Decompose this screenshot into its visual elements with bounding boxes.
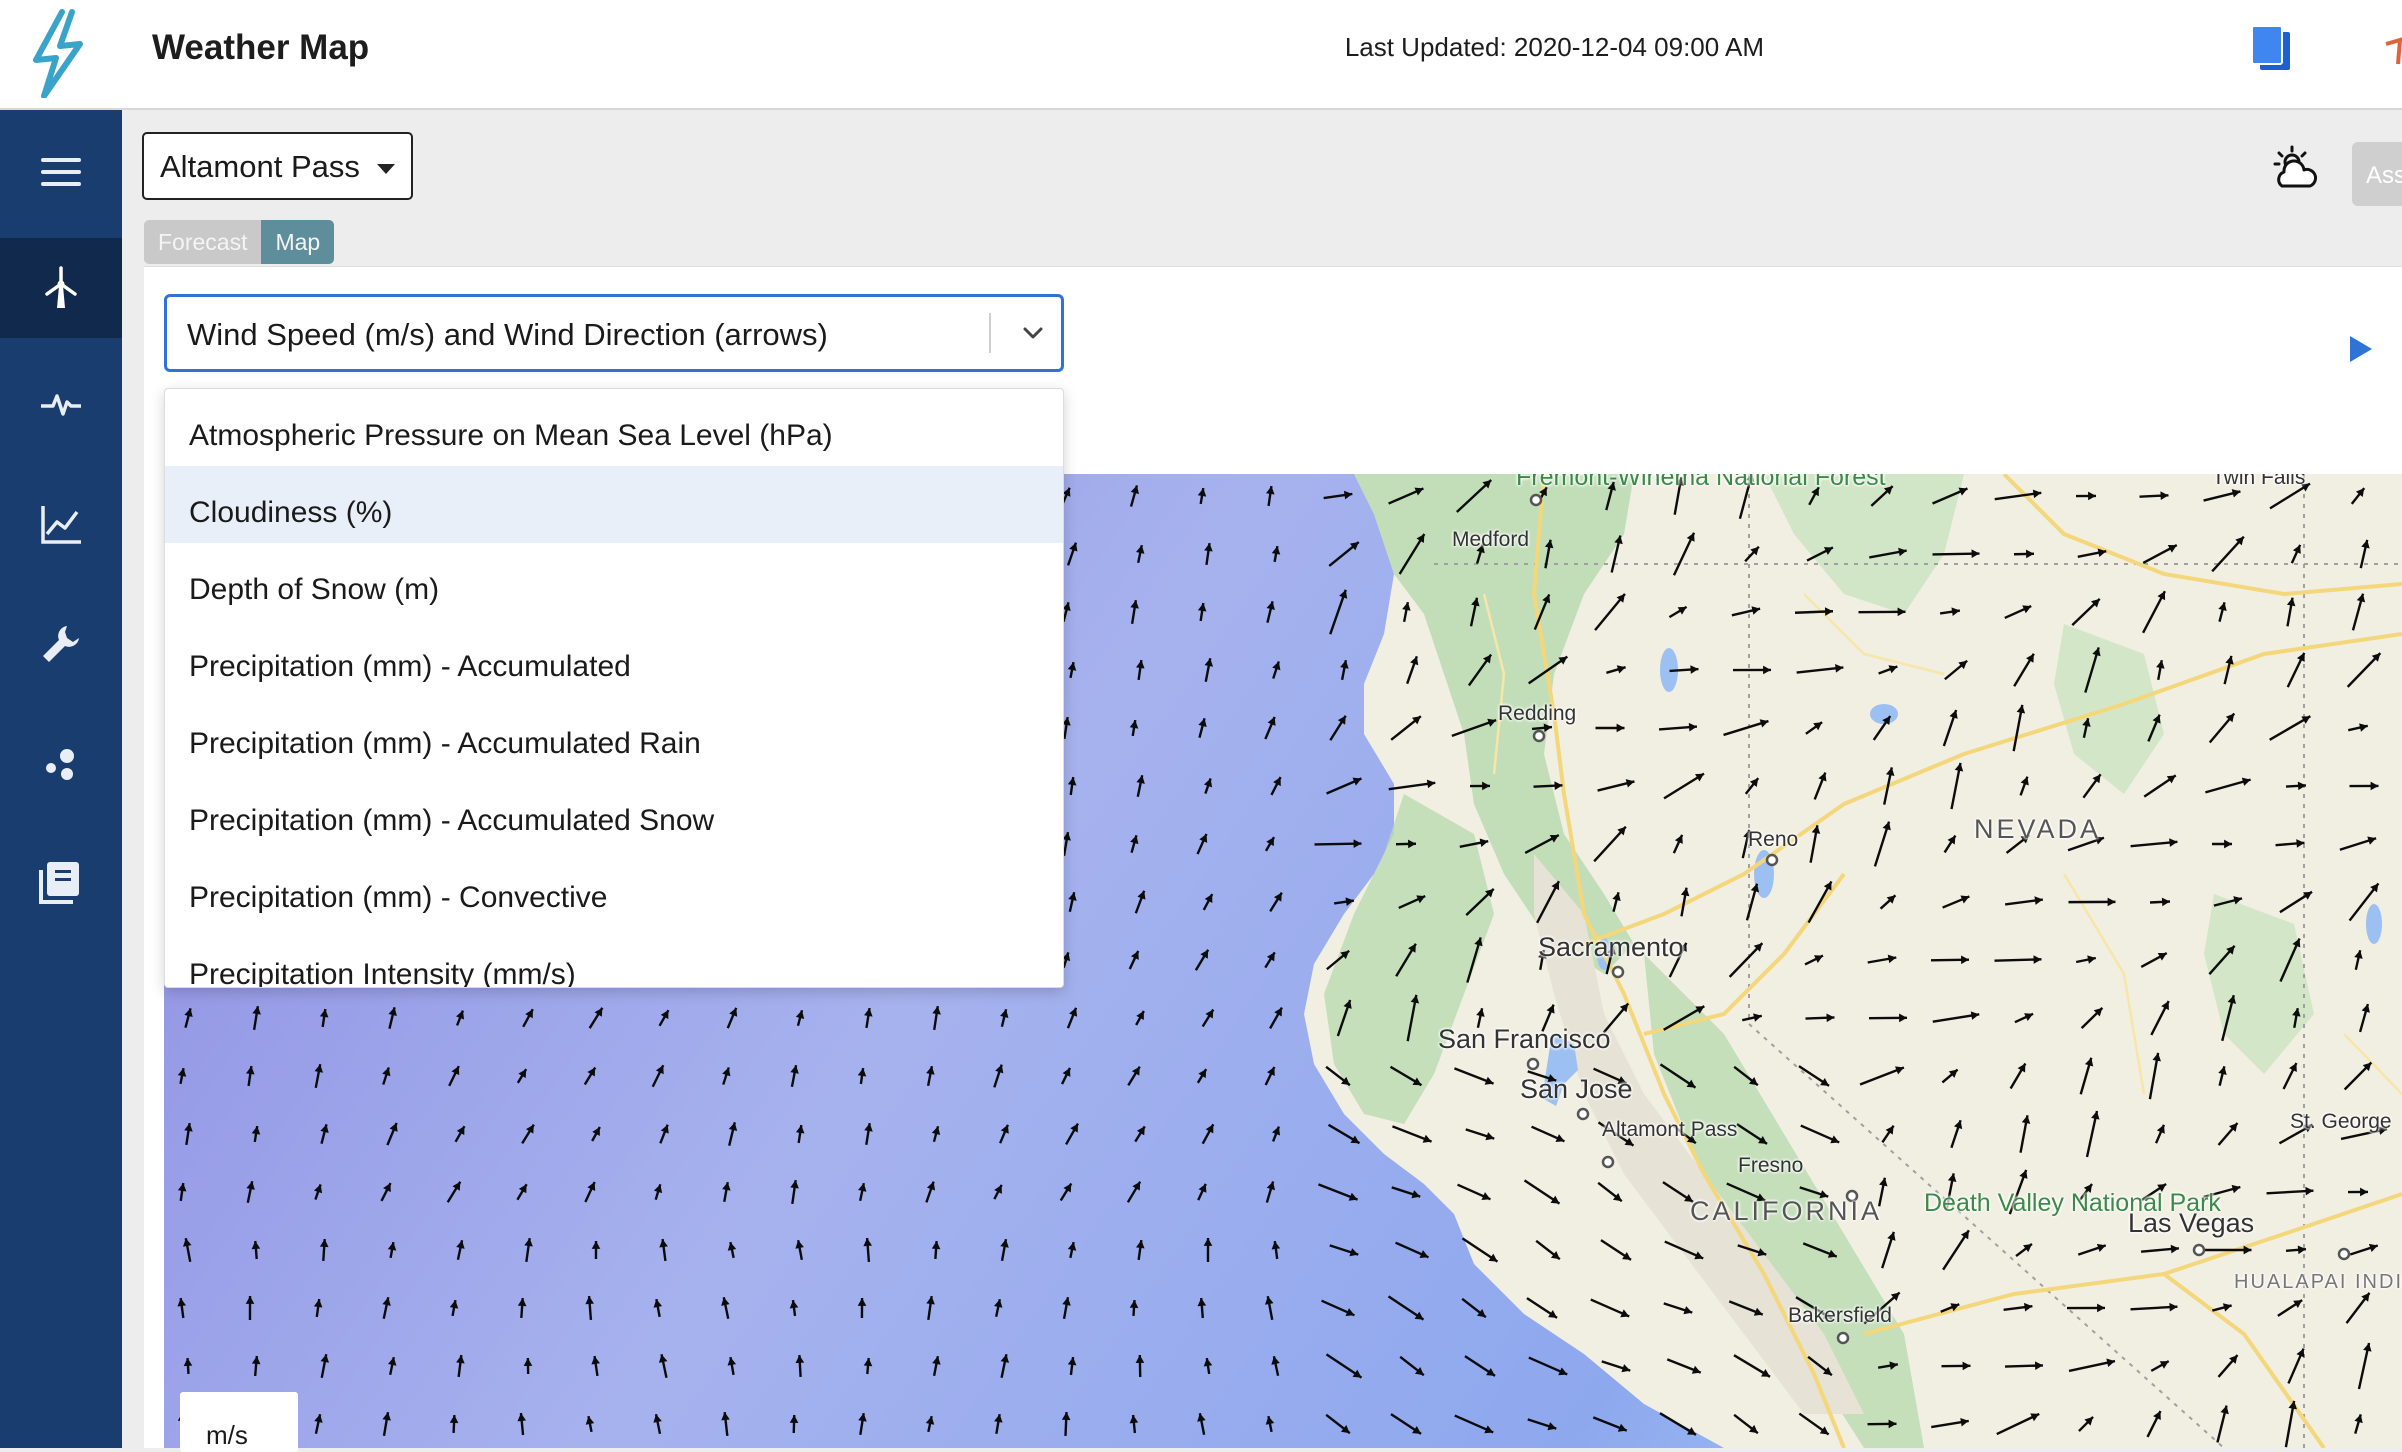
- sidebar-item-menu[interactable]: [0, 122, 122, 222]
- lightning-bolt-logo[interactable]: [22, 8, 92, 98]
- map-label-reno: Reno: [1748, 828, 1798, 852]
- select-separator: [989, 313, 991, 353]
- dropdown-option-cloudiness[interactable]: Cloudiness (%): [165, 466, 1063, 543]
- lake: [2366, 904, 2382, 944]
- assist-button[interactable]: Ass: [2352, 142, 2402, 206]
- sidebar-item-turbines[interactable]: [0, 238, 122, 338]
- map-label-san-francisco: San Francisco: [1438, 1024, 1611, 1055]
- user-icon[interactable]: [2380, 30, 2402, 70]
- map-label-san-jose: San Jose: [1520, 1074, 1633, 1105]
- wrench-icon: [37, 620, 85, 668]
- sidebar-item-clusters[interactable]: [0, 714, 122, 814]
- top-header: Weather Map Last Updated: 2020-12-04 09:…: [0, 0, 2402, 110]
- last-updated-text: Last Updated: 2020-12-04 09:00 AM: [1345, 32, 1764, 63]
- sidebar-item-pulse[interactable]: [0, 354, 122, 454]
- map-label-california: CALIFORNIA: [1690, 1196, 1882, 1227]
- wind-turbine-icon: [37, 264, 85, 312]
- variable-select-value: Wind Speed (m/s) and Wind Direction (arr…: [187, 317, 828, 352]
- sidebar: [0, 110, 122, 1448]
- map-label-hualapai: HUALAPAI INDIAN RESERVATION: [2234, 1270, 2402, 1294]
- site-select[interactable]: Altamont Pass: [142, 132, 413, 200]
- line-chart-icon: [37, 500, 85, 548]
- dropdown-option-precip-accumulated[interactable]: Precipitation (mm) - Accumulated: [165, 620, 1063, 697]
- map-label-sacramento: Sacramento: [1538, 932, 1684, 963]
- tab-forecast[interactable]: Forecast: [144, 220, 261, 264]
- pulse-icon: [37, 380, 85, 428]
- map-label-nevada: NEVADA: [1974, 814, 2101, 845]
- map-label-twin-falls: Twin Falls: [2212, 474, 2305, 490]
- variable-select[interactable]: Wind Speed (m/s) and Wind Direction (arr…: [164, 294, 1064, 372]
- map-label-las-vegas: Las Vegas: [2128, 1208, 2254, 1239]
- reports-icon: [37, 858, 85, 906]
- page-title: Weather Map: [152, 28, 369, 68]
- dropdown-option-precip-intensity[interactable]: Precipitation Intensity (mm/s): [165, 928, 1063, 988]
- dropdown-option-precip-snow[interactable]: Precipitation (mm) - Accumulated Snow: [165, 774, 1063, 851]
- tab-map[interactable]: Map: [261, 220, 334, 264]
- chevron-down-icon[interactable]: [1015, 313, 1051, 353]
- hamburger-menu-icon: [37, 148, 85, 196]
- dropdown-option-pressure[interactable]: Atmospheric Pressure on Mean Sea Level (…: [165, 389, 1063, 466]
- site-select-value: Altamont Pass: [160, 149, 360, 184]
- map-label-altamont-pass[interactable]: Altamont Pass: [1602, 1118, 1737, 1142]
- map-label-forest: Fremont-Winema National Forest: [1516, 474, 1756, 490]
- map-label-redding: Redding: [1498, 702, 1576, 726]
- dropdown-option-precip-convective[interactable]: Precipitation (mm) - Convective: [165, 851, 1063, 928]
- variable-dropdown-menu: Atmospheric Pressure on Mean Sea Level (…: [164, 388, 1064, 988]
- caret-down-icon: [377, 164, 395, 174]
- sidebar-item-maintenance[interactable]: [0, 594, 122, 694]
- wind-speed-legend: m/s: [180, 1392, 298, 1452]
- sidebar-item-analytics[interactable]: [0, 474, 122, 574]
- map-label-bakersfield: Bakersfield: [1788, 1304, 1892, 1328]
- view-tabs: Forecast Map: [144, 220, 334, 264]
- play-icon[interactable]: [2348, 334, 2374, 364]
- dots-cluster-icon: [37, 740, 85, 788]
- sidebar-item-reports[interactable]: [0, 832, 122, 932]
- map-label-death-valley: Death Valley National Park: [1924, 1190, 2084, 1217]
- dropdown-option-precip-rain[interactable]: Precipitation (mm) - Accumulated Rain: [165, 697, 1063, 774]
- weather-cloud-sun-icon[interactable]: [2270, 144, 2320, 194]
- document-stack-icon[interactable]: [2250, 24, 2292, 72]
- map-label-st-george: St. George: [2290, 1110, 2392, 1134]
- map-label-medford: Medford: [1452, 528, 1529, 552]
- map-label-fresno: Fresno: [1738, 1154, 1803, 1178]
- dropdown-option-snow-depth[interactable]: Depth of Snow (m): [165, 543, 1063, 620]
